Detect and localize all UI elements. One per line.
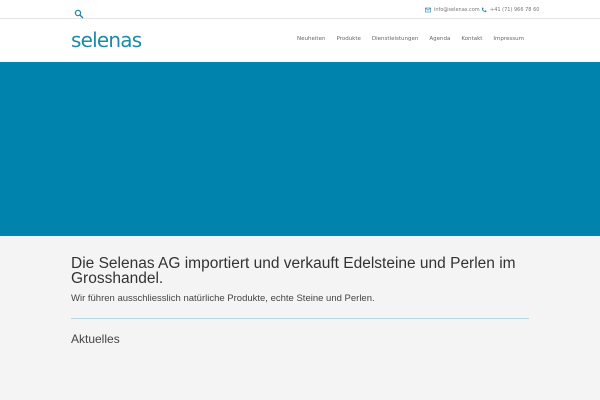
nav-item-impressum[interactable]: Impressum (493, 36, 524, 42)
page-subline: Wir führen ausschliesslich natürliche Pr… (71, 293, 375, 304)
main-nav: Neuheiten Produkte Dienstleistungen Agen… (297, 36, 524, 42)
top-bar: info@selenas.com +41 (71) 966 78 60 (0, 0, 600, 19)
nav-item-dienstleistungen[interactable]: Dienstleistungen (372, 36, 418, 42)
news-section-title: Aktuelles (71, 332, 120, 346)
email-text: info@selenas.com (434, 7, 480, 13)
envelope-icon (425, 7, 431, 13)
site-header: selenas Neuheiten Produkte Dienstleistun… (0, 19, 600, 62)
intro-section: Die Selenas AG importiert und verkauft E… (71, 256, 529, 304)
section-divider (71, 318, 529, 319)
page-headline: Die Selenas AG importiert und verkauft E… (71, 255, 516, 287)
nav-item-agenda[interactable]: Agenda (429, 36, 450, 42)
phone-text: +41 (71) 966 78 60 (490, 7, 540, 13)
nav-item-produkte[interactable]: Produkte (336, 36, 360, 42)
nav-item-neuheiten[interactable]: Neuheiten (297, 36, 325, 42)
nav-item-kontakt[interactable]: Kontakt (461, 36, 482, 42)
phone-link[interactable]: +41 (71) 966 78 60 (481, 5, 539, 15)
email-link[interactable]: info@selenas.com (425, 5, 480, 15)
site-logo[interactable]: selenas (71, 29, 142, 51)
phone-icon (481, 7, 487, 13)
search-icon (74, 9, 84, 19)
search-button[interactable] (74, 4, 84, 19)
hero-banner (0, 62, 600, 236)
